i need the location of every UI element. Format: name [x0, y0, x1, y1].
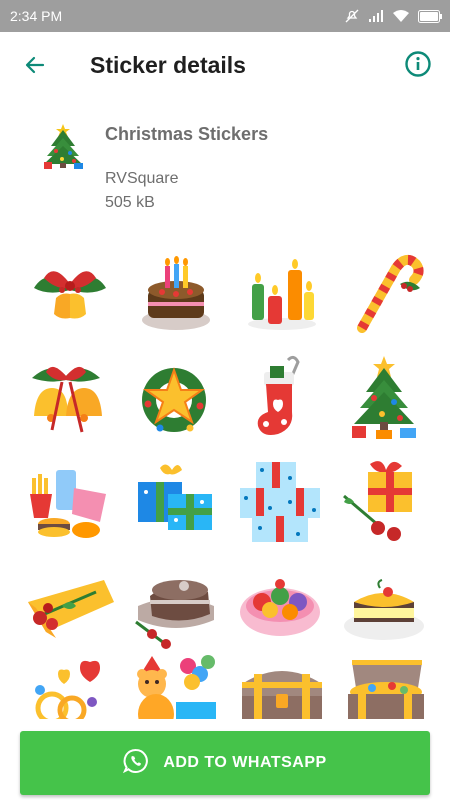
pack-author: RVSquare	[105, 170, 179, 187]
info-icon	[404, 50, 432, 83]
status-time: 2:34 PM	[10, 8, 63, 24]
sticker-teddy-bear-balloons[interactable]	[132, 652, 220, 719]
app-bar: Sticker details	[0, 32, 450, 100]
sticker-christmas-bells[interactable]	[22, 354, 110, 442]
sticker-fruit-bowl[interactable]	[236, 562, 324, 650]
sticker-fast-food[interactable]	[26, 458, 114, 546]
whatsapp-icon	[123, 748, 149, 779]
sticker-roses-bouquet[interactable]	[26, 562, 114, 650]
back-button[interactable]	[18, 50, 52, 84]
page-title: Sticker details	[90, 52, 246, 78]
sticker-grid	[0, 244, 450, 719]
christmas-tree-icon	[40, 120, 86, 170]
sticker-birthday-cake[interactable]	[132, 248, 220, 336]
add-to-whatsapp-label: ADD TO WHATSAPP	[163, 754, 327, 771]
info-button[interactable]	[402, 50, 434, 82]
battery-icon	[418, 9, 442, 23]
wifi-icon	[392, 9, 410, 23]
sticker-treasure-chest-closed[interactable]	[238, 654, 326, 719]
sticker-cheesecake[interactable]	[340, 562, 428, 650]
arrow-back-icon	[23, 53, 47, 82]
add-to-whatsapp-button[interactable]: ADD TO WHATSAPP	[20, 731, 430, 795]
sticker-gift-boxes-polka[interactable]	[236, 458, 324, 546]
signal-icon	[368, 9, 384, 23]
status-icons	[344, 8, 442, 24]
sticker-candles[interactable]	[238, 248, 326, 336]
silent-icon	[344, 8, 360, 24]
sticker-christmas-tree[interactable]	[340, 354, 428, 442]
sticker-treasure-chest-open[interactable]	[342, 654, 430, 719]
sticker-christmas-stocking[interactable]	[236, 354, 324, 442]
sticker-holly-bells-bow[interactable]	[26, 248, 114, 336]
sticker-chocolate-cake[interactable]	[132, 562, 220, 650]
pack-header: Christmas Stickers RVSquare 505 kB	[0, 100, 450, 230]
pack-name: Christmas Stickers	[105, 124, 269, 144]
sticker-gift-with-roses[interactable]	[340, 458, 428, 546]
sticker-star-wreath[interactable]	[130, 354, 218, 442]
sticker-candy-cane[interactable]	[342, 248, 430, 336]
sticker-rings-and-hearts[interactable]	[30, 654, 118, 719]
status-bar: 2:34 PM	[0, 0, 450, 32]
pack-size: 505 kB	[105, 194, 155, 211]
sticker-gift-boxes-blue[interactable]	[132, 458, 220, 546]
